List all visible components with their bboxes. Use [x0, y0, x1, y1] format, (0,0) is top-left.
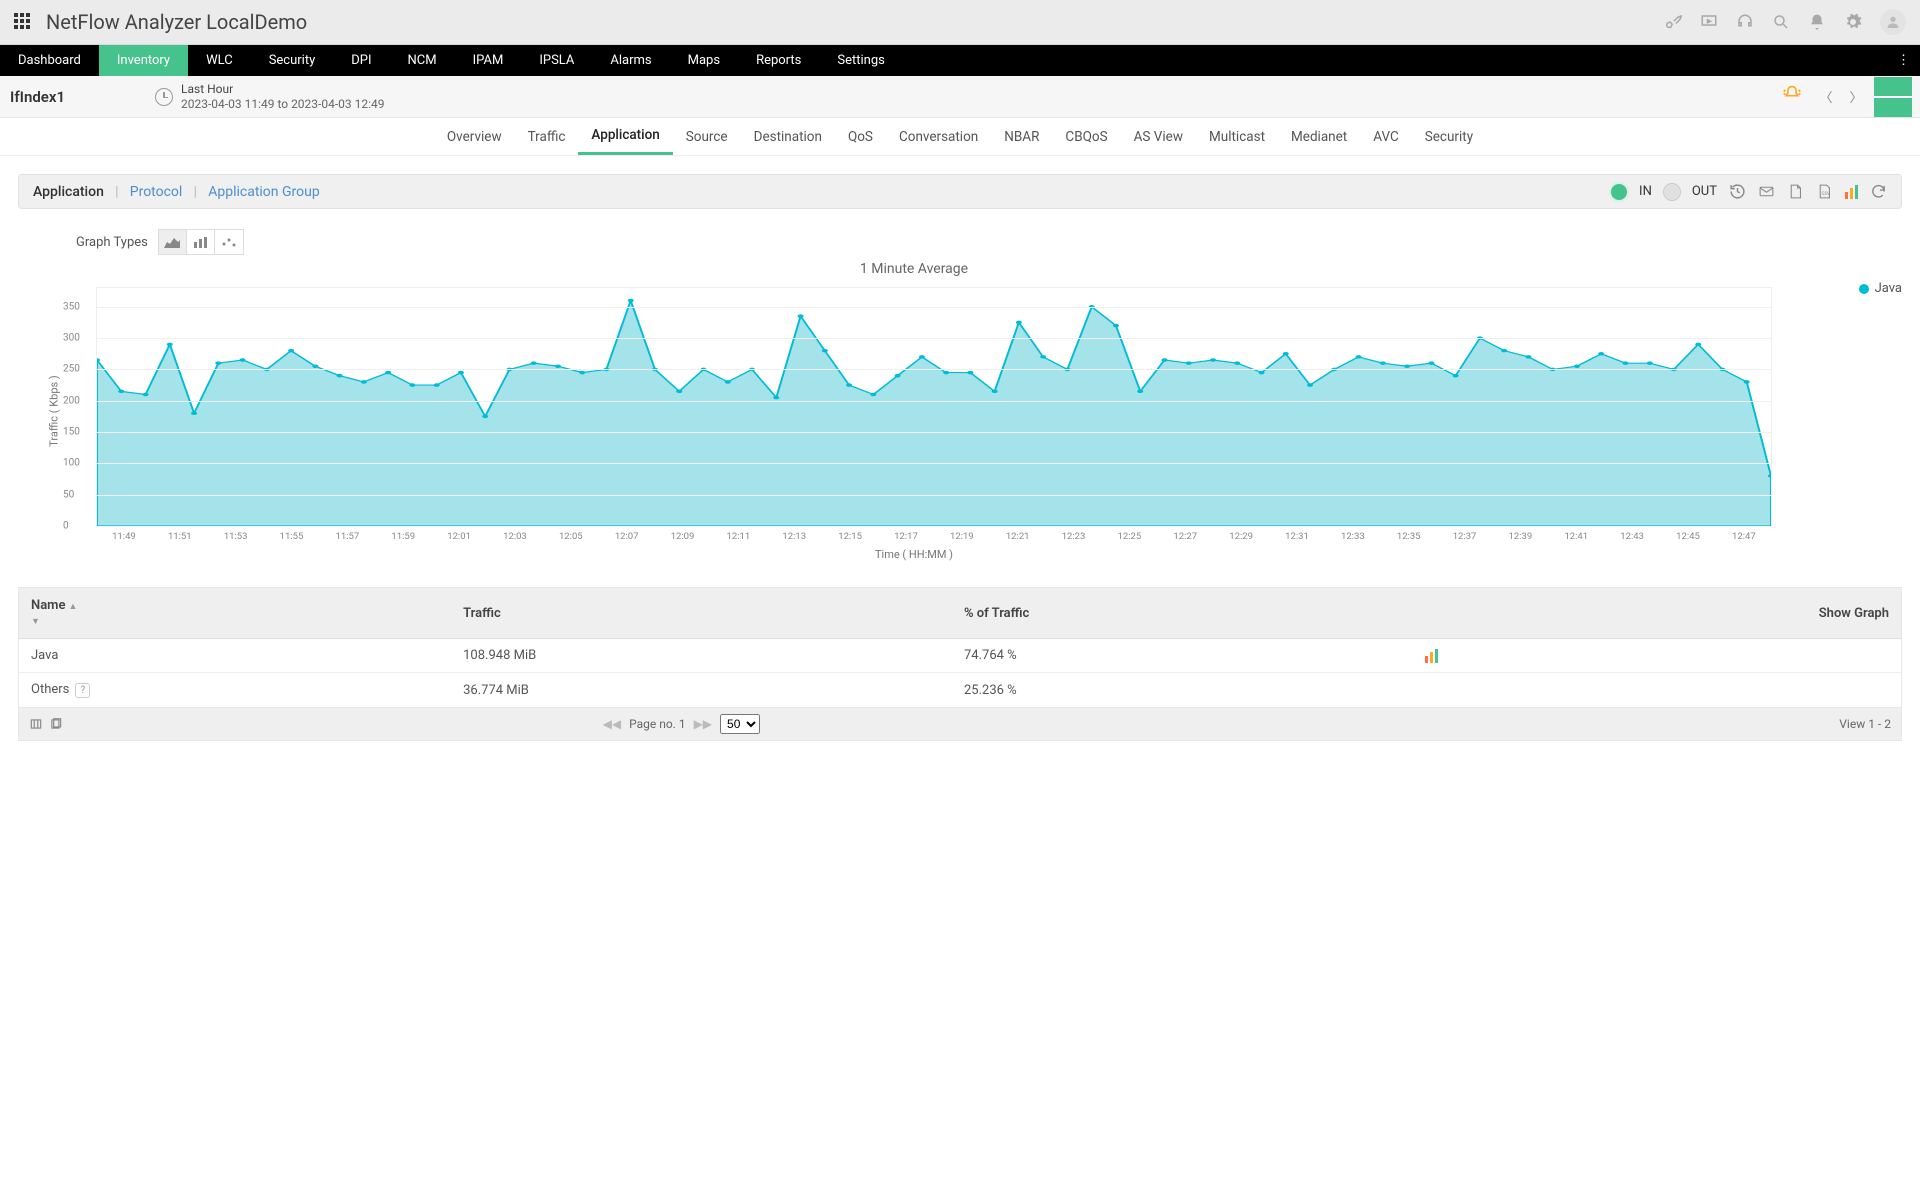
col-graph[interactable]: Show Graph: [1413, 588, 1902, 639]
chart-title: 1 Minute Average: [56, 261, 1772, 277]
export-icon[interactable]: [49, 717, 63, 731]
subnav-cbqos[interactable]: CBQoS: [1052, 118, 1120, 155]
show-graph-icon[interactable]: [1425, 649, 1889, 663]
direction-in-label: IN: [1639, 184, 1652, 199]
nav-dpi[interactable]: DPI: [333, 45, 389, 76]
chart-x-ticks: 11:4911:5111:5311:5511:5711:5912:0112:03…: [96, 531, 1772, 542]
view-range-label: View 1 - 2: [1839, 717, 1891, 731]
subnav-as-view[interactable]: AS View: [1121, 118, 1196, 155]
subnav-medianet[interactable]: Medianet: [1278, 118, 1360, 155]
direction-out-toggle[interactable]: [1664, 184, 1680, 200]
table-row[interactable]: Others?36.774 MiB25.236 %: [19, 673, 1902, 708]
chart-plot-area: 050100150200250300350: [96, 287, 1772, 527]
nav-reports[interactable]: Reports: [738, 45, 819, 76]
svg-text:CSV: CSV: [1822, 192, 1830, 197]
csv-icon[interactable]: CSV: [1816, 183, 1833, 200]
page-next-icon[interactable]: ▶▶: [694, 717, 712, 731]
nav-alarms[interactable]: Alarms: [592, 45, 669, 76]
hamburger-menu-button[interactable]: [1874, 77, 1912, 117]
col-traffic[interactable]: Traffic: [451, 588, 952, 639]
nav-ipam[interactable]: IPAM: [455, 45, 522, 76]
page-size-select[interactable]: 50: [720, 714, 760, 734]
graph-types-label: Graph Types: [76, 235, 148, 250]
subnav-destination[interactable]: Destination: [741, 118, 835, 155]
apps-grid-icon[interactable]: [14, 13, 32, 31]
sub-nav: OverviewTrafficApplicationSourceDestinat…: [0, 118, 1920, 156]
headset-icon[interactable]: [1736, 13, 1754, 31]
table-row[interactable]: Java108.948 MiB74.764 %: [19, 639, 1902, 673]
interface-name: IfIndex1: [8, 88, 75, 106]
nav-more-icon[interactable]: ⋮: [1887, 45, 1920, 76]
subnav-overview[interactable]: Overview: [434, 118, 515, 155]
graph-type-scatter-button[interactable]: [215, 230, 243, 254]
page-first-icon[interactable]: ◀◀: [603, 717, 621, 731]
legend-series-label: Java: [1875, 281, 1902, 296]
time-range-label: Last Hour: [181, 82, 385, 96]
presentation-icon[interactable]: [1700, 13, 1718, 31]
app-title: NetFlow Analyzer LocalDemo: [46, 10, 307, 34]
nav-settings[interactable]: Settings: [819, 45, 902, 76]
nav-dashboard[interactable]: Dashboard: [0, 45, 99, 76]
alert-bell-icon[interactable]: [1776, 84, 1808, 109]
application-table: Name▲▼ Traffic % of Traffic Show Graph J…: [18, 587, 1902, 708]
subnav-qos[interactable]: QoS: [835, 118, 886, 155]
graph-type-area-button[interactable]: [159, 230, 187, 254]
bell-icon[interactable]: [1808, 13, 1826, 31]
nav-wlc[interactable]: WLC: [188, 45, 251, 76]
history-icon[interactable]: [1729, 183, 1746, 200]
main-nav: DashboardInventoryWLCSecurityDPINCMIPAMI…: [0, 45, 1920, 76]
nav-inventory[interactable]: Inventory: [99, 45, 188, 76]
filter-tabs: Application | Protocol | Application Gro…: [33, 184, 320, 200]
chart-svg: [97, 288, 1771, 526]
chart-legend[interactable]: Java: [1859, 281, 1902, 296]
subnav-source[interactable]: Source: [673, 118, 741, 155]
filter-tab-appgroup[interactable]: Application Group: [208, 184, 320, 200]
subnav-security[interactable]: Security: [1412, 118, 1486, 155]
subnav-nbar[interactable]: NBAR: [991, 118, 1052, 155]
columns-icon[interactable]: [29, 717, 43, 731]
rocket-icon[interactable]: [1664, 13, 1682, 31]
filter-tab-application[interactable]: Application: [33, 184, 104, 200]
chart-y-axis-label: Traffic ( Kbps ): [47, 375, 60, 447]
next-arrow-icon[interactable]: 〉: [1844, 85, 1868, 109]
nav-ncm[interactable]: NCM: [390, 45, 455, 76]
subnav-avc[interactable]: AVC: [1360, 118, 1412, 155]
direction-in-toggle[interactable]: [1611, 184, 1627, 200]
pdf-icon[interactable]: [1787, 183, 1804, 200]
user-avatar[interactable]: [1880, 9, 1906, 35]
filter-tab-protocol[interactable]: Protocol: [130, 184, 183, 200]
subnav-conversation[interactable]: Conversation: [886, 118, 991, 155]
legend-dot-icon: [1859, 284, 1869, 294]
chart-x-axis-label: Time ( HH:MM ): [56, 548, 1772, 561]
subnav-multicast[interactable]: Multicast: [1196, 118, 1278, 155]
prev-arrow-icon[interactable]: 〈: [1814, 85, 1838, 109]
search-icon[interactable]: [1772, 13, 1790, 31]
page-label: Page no. 1: [629, 717, 685, 731]
col-pct[interactable]: % of Traffic: [952, 588, 1413, 639]
graph-type-bar-button[interactable]: [187, 230, 215, 254]
mail-icon[interactable]: [1758, 183, 1775, 200]
nav-ipsla[interactable]: IPSLA: [521, 45, 592, 76]
nav-security[interactable]: Security: [251, 45, 334, 76]
col-name[interactable]: Name▲▼: [19, 588, 452, 639]
subnav-application[interactable]: Application: [578, 118, 672, 155]
gear-icon[interactable]: [1844, 13, 1862, 31]
help-icon[interactable]: ?: [75, 683, 90, 698]
bar-chart-icon[interactable]: [1845, 185, 1858, 199]
subnav-traffic[interactable]: Traffic: [515, 118, 579, 155]
time-range-value: 2023-04-03 11:49 to 2023-04-03 12:49: [181, 97, 385, 111]
clock-icon[interactable]: [155, 88, 173, 106]
refresh-icon[interactable]: [1870, 183, 1887, 200]
nav-maps[interactable]: Maps: [670, 45, 738, 76]
direction-out-label: OUT: [1692, 184, 1717, 199]
